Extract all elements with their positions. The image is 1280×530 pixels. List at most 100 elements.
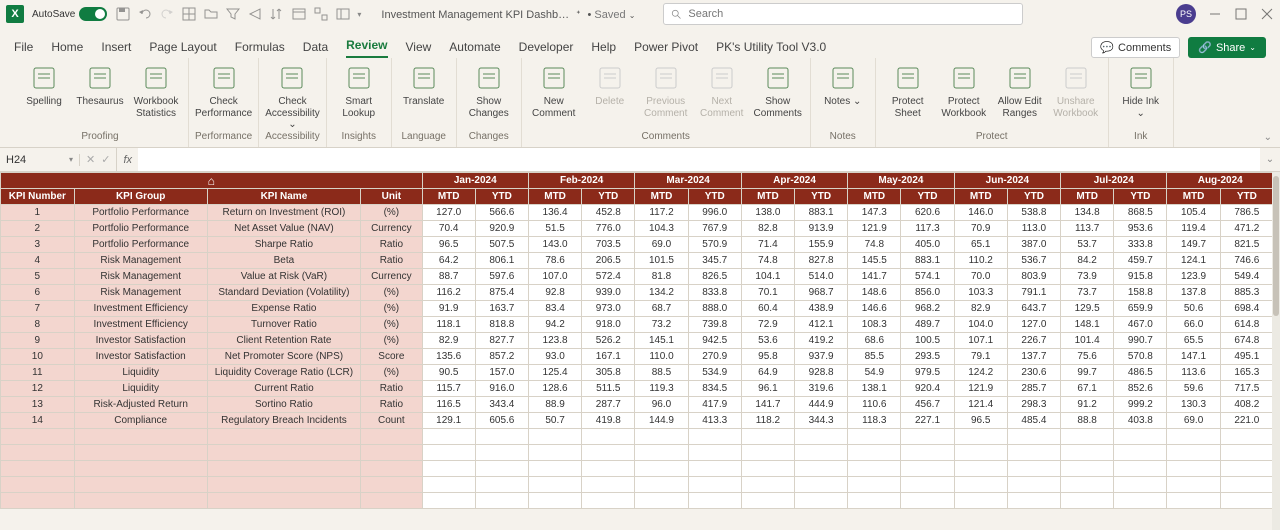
cell[interactable]: 70.9 — [954, 221, 1007, 237]
cell[interactable]: 818.8 — [475, 317, 528, 333]
cell[interactable]: 118.1 — [422, 317, 475, 333]
cell[interactable] — [1, 477, 75, 493]
cell[interactable]: 137.8 — [1167, 285, 1220, 301]
cell[interactable] — [475, 445, 528, 461]
cell[interactable] — [528, 445, 581, 461]
cell[interactable]: Risk-Adjusted Return — [74, 397, 207, 413]
cell[interactable]: 833.8 — [688, 285, 741, 301]
cell[interactable]: 127.0 — [422, 205, 475, 221]
cell[interactable]: 419.2 — [795, 333, 848, 349]
cell[interactable] — [1167, 445, 1220, 461]
cell[interactable]: Score — [361, 349, 422, 365]
cell[interactable]: 570.8 — [1114, 349, 1167, 365]
cell[interactable] — [741, 461, 794, 477]
cell[interactable] — [848, 461, 901, 477]
tab-home[interactable]: Home — [51, 36, 83, 58]
cell[interactable] — [1061, 493, 1114, 509]
cell[interactable] — [795, 445, 848, 461]
cell[interactable]: 888.0 — [688, 301, 741, 317]
cell[interactable] — [901, 477, 954, 493]
cell[interactable]: 75.6 — [1061, 349, 1114, 365]
cell[interactable]: 117.3 — [901, 221, 954, 237]
cell[interactable]: Return on Investment (ROI) — [207, 205, 360, 221]
cell[interactable] — [741, 493, 794, 509]
tab-page-layout[interactable]: Page Layout — [149, 36, 216, 58]
cell[interactable]: (%) — [361, 285, 422, 301]
cell[interactable]: Turnover Ratio — [207, 317, 360, 333]
cell[interactable]: 452.8 — [582, 205, 635, 221]
cell[interactable]: Sortino Ratio — [207, 397, 360, 413]
cell[interactable]: 11 — [1, 365, 75, 381]
tab-automate[interactable]: Automate — [449, 36, 500, 58]
cell[interactable]: 113.0 — [1007, 221, 1060, 237]
save-icon[interactable] — [115, 6, 131, 22]
cell[interactable] — [582, 493, 635, 509]
cell[interactable]: 54.9 — [848, 365, 901, 381]
cell[interactable]: Portfolio Performance — [74, 237, 207, 253]
cell[interactable] — [635, 429, 688, 445]
cell[interactable] — [741, 477, 794, 493]
cell[interactable] — [1114, 477, 1167, 493]
cell[interactable]: 915.8 — [1114, 269, 1167, 285]
cell[interactable]: 298.3 — [1007, 397, 1060, 413]
cell[interactable]: 115.7 — [422, 381, 475, 397]
cell[interactable]: 827.7 — [475, 333, 528, 349]
cell[interactable]: KPI Name — [207, 189, 360, 205]
cell[interactable] — [528, 493, 581, 509]
cell[interactable]: 344.3 — [795, 413, 848, 429]
cell[interactable]: 85.5 — [848, 349, 901, 365]
cell[interactable]: 293.5 — [901, 349, 954, 365]
cell[interactable] — [1114, 429, 1167, 445]
cell[interactable] — [207, 477, 360, 493]
cell[interactable]: 857.2 — [475, 349, 528, 365]
cell[interactable]: 93.0 — [528, 349, 581, 365]
cell[interactable]: 121.9 — [954, 381, 1007, 397]
ribbon-spelling[interactable]: Spelling — [18, 60, 70, 131]
user-avatar[interactable]: PS — [1176, 4, 1196, 24]
cell[interactable] — [207, 493, 360, 509]
cell[interactable]: Regulatory Breach Incidents — [207, 413, 360, 429]
cell[interactable]: Risk Management — [74, 253, 207, 269]
cell[interactable]: 135.6 — [422, 349, 475, 365]
cell[interactable]: Net Promoter Score (NPS) — [207, 349, 360, 365]
borders-icon[interactable] — [181, 6, 197, 22]
cell[interactable]: 968.7 — [795, 285, 848, 301]
cell[interactable]: 158.8 — [1114, 285, 1167, 301]
cell[interactable]: 70.4 — [422, 221, 475, 237]
cell[interactable]: 570.9 — [688, 237, 741, 253]
cell[interactable]: Currency — [361, 221, 422, 237]
search-box[interactable] — [663, 3, 1023, 25]
cell[interactable] — [795, 493, 848, 509]
filter-icon[interactable] — [225, 6, 241, 22]
cell[interactable]: Jun-2024 — [954, 173, 1060, 189]
cell[interactable] — [528, 429, 581, 445]
cell[interactable]: 65.5 — [1167, 333, 1220, 349]
cell[interactable]: Beta — [207, 253, 360, 269]
cell[interactable] — [422, 493, 475, 509]
cell[interactable]: 319.6 — [795, 381, 848, 397]
cell[interactable]: 68.6 — [848, 333, 901, 349]
cell[interactable]: Expense Ratio — [207, 301, 360, 317]
ribbon-protect-workbook[interactable]: Protect Workbook — [938, 60, 990, 131]
cell[interactable]: 538.8 — [1007, 205, 1060, 221]
cell[interactable] — [1167, 429, 1220, 445]
cell[interactable] — [848, 493, 901, 509]
cell[interactable] — [901, 461, 954, 477]
cell[interactable]: 134.8 — [1061, 205, 1114, 221]
cell[interactable]: 96.5 — [422, 237, 475, 253]
cell[interactable]: 103.3 — [954, 285, 1007, 301]
cell[interactable]: 125.4 — [528, 365, 581, 381]
cell[interactable]: MTD — [1061, 189, 1114, 205]
cell[interactable]: MTD — [1167, 189, 1220, 205]
cell[interactable]: 942.5 — [688, 333, 741, 349]
cell[interactable]: 149.7 — [1167, 237, 1220, 253]
cell[interactable]: 60.4 — [741, 301, 794, 317]
cell[interactable]: (%) — [361, 205, 422, 221]
cell[interactable]: 459.7 — [1114, 253, 1167, 269]
cell[interactable] — [1061, 461, 1114, 477]
cell[interactable]: Investor Satisfaction — [74, 333, 207, 349]
cell[interactable]: 127.0 — [1007, 317, 1060, 333]
cell[interactable]: 614.8 — [1220, 317, 1273, 333]
home-icon[interactable]: ⌂ — [208, 174, 215, 188]
cell[interactable]: 91.9 — [422, 301, 475, 317]
